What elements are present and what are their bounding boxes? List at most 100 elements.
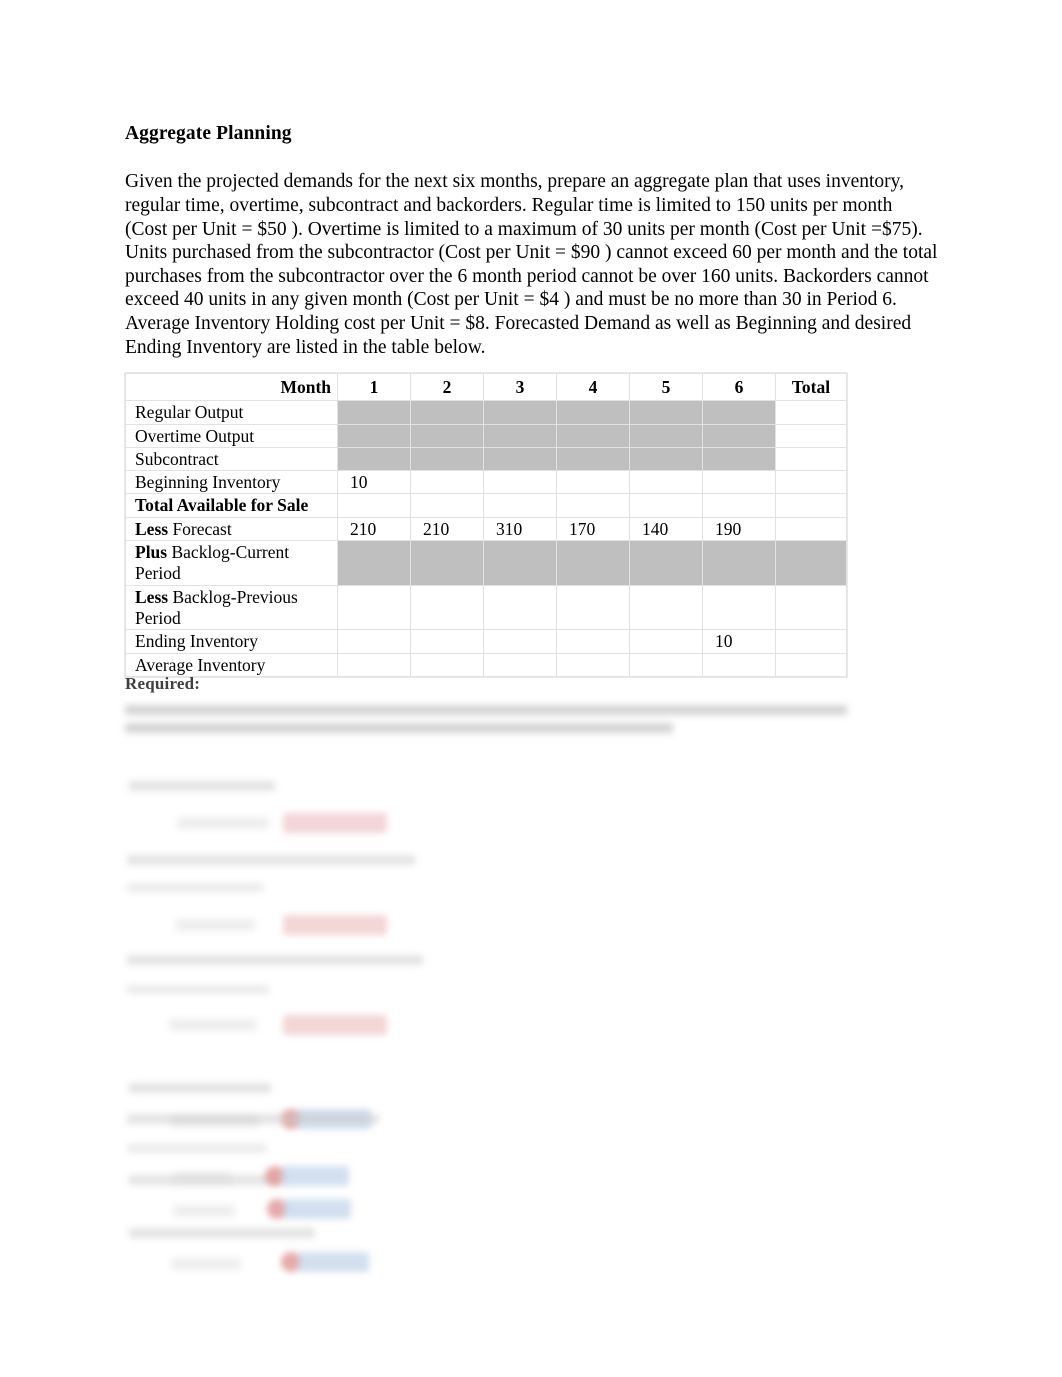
- table-cell: [629, 629, 703, 654]
- row-label-prefix: Plus: [135, 542, 168, 563]
- table-cell: 210: [337, 516, 411, 542]
- redacted-answer-blank: [177, 817, 269, 829]
- table-cell: [483, 470, 557, 495]
- table-cell: [483, 629, 557, 654]
- table-cell: [483, 446, 557, 472]
- table-row: Overtime Output: [125, 423, 847, 448]
- table-cell: [702, 584, 776, 631]
- table-cell: [556, 446, 630, 472]
- table-cell: [483, 493, 557, 518]
- table-cell: 310: [483, 516, 557, 542]
- table-cell: [410, 493, 484, 518]
- redacted-text-line: [125, 723, 673, 733]
- table-cell: [410, 652, 484, 677]
- table-cell: [629, 400, 703, 425]
- table-row: Less Backlog-Previous Period: [125, 584, 847, 631]
- row-label: Beginning Inventory: [125, 470, 338, 495]
- column-header-month-1: 1: [337, 372, 411, 402]
- table-body: Regular Output Overtime Output Subcontract…: [125, 400, 847, 677]
- table-cell: [410, 446, 484, 472]
- required-section-label: Required:: [125, 674, 201, 693]
- table-cell-total: [775, 446, 847, 472]
- table-cell: [410, 629, 484, 654]
- table-cell: [337, 400, 411, 425]
- table-cell: 140: [629, 516, 703, 542]
- table-cell: [483, 400, 557, 425]
- document-body: Aggregate Planning Given the projected d…: [125, 122, 940, 359]
- table-cell: [556, 652, 630, 677]
- table-cell-total: [775, 540, 847, 586]
- table-cell-total: [775, 652, 847, 677]
- redacted-answer-highlight: [281, 1166, 349, 1186]
- redacted-answer-blank: [173, 1172, 231, 1184]
- aggregate-planning-table: Month 1 2 3 4 5 6 Total Regular Output Ov…: [125, 372, 847, 677]
- redacted-text-line: [129, 1228, 315, 1238]
- table-cell: [483, 540, 557, 586]
- row-label: Total Available for Sale: [125, 493, 338, 518]
- table-corner-month-label: Month: [125, 372, 338, 402]
- redacted-text-line: [129, 1083, 271, 1093]
- table-cell-total: [775, 470, 847, 495]
- row-label: Regular Output: [125, 400, 338, 425]
- redacted-text-line: [125, 705, 847, 715]
- table-cell: [410, 400, 484, 425]
- table-cell: 10: [337, 470, 411, 495]
- table-cell: [337, 446, 411, 472]
- table-cell: [702, 423, 776, 448]
- table-cell: [702, 493, 776, 518]
- table-cell: [629, 446, 703, 472]
- redacted-answer-blank: [169, 1019, 257, 1031]
- table-cell: [337, 493, 411, 518]
- table-cell: [556, 584, 630, 631]
- table-cell: [337, 540, 411, 586]
- table-cell: [410, 540, 484, 586]
- table-cell: 170: [556, 516, 630, 542]
- table-cell: [702, 446, 776, 472]
- table-cell: [629, 470, 703, 495]
- table-row: Ending Inventory 10: [125, 629, 847, 654]
- table-cell-total: [775, 423, 847, 448]
- table-cell: [629, 493, 703, 518]
- row-label: Plus Backlog-Current Period: [125, 540, 338, 586]
- aggregate-planning-table-wrapper: Month 1 2 3 4 5 6 Total Regular Output Ov…: [125, 372, 847, 677]
- redacted-answer-highlight: [283, 813, 387, 833]
- table-cell: [556, 400, 630, 425]
- table-cell: [702, 540, 776, 586]
- redacted-text-line: [127, 1144, 267, 1153]
- table-row: Beginning Inventory 10: [125, 470, 847, 495]
- row-label: Overtime Output: [125, 423, 338, 448]
- redacted-answer-blank: [171, 1258, 241, 1270]
- table-cell: [337, 629, 411, 654]
- intro-paragraph: Given the projected demands for the next…: [125, 171, 938, 358]
- table-header-row: Month 1 2 3 4 5 6 Total: [125, 372, 847, 402]
- table-cell: [629, 652, 703, 677]
- redacted-text-line: [129, 781, 275, 791]
- redacted-answer-highlight: [283, 915, 387, 935]
- table-header: Month 1 2 3 4 5 6 Total: [125, 372, 847, 402]
- table-cell: 10: [702, 629, 776, 654]
- table-cell-total: [775, 400, 847, 425]
- row-label: Ending Inventory: [125, 629, 338, 654]
- table-cell: [556, 629, 630, 654]
- table-cell: [483, 423, 557, 448]
- table-row: Plus Backlog-Current Period: [125, 540, 847, 586]
- table-cell: 190: [702, 516, 776, 542]
- table-row: Average Inventory: [125, 652, 847, 677]
- table-cell: [483, 652, 557, 677]
- redacted-answer-region-lower: [125, 1100, 925, 1272]
- table-cell: [410, 584, 484, 631]
- table-cell: [410, 470, 484, 495]
- table-cell-total: [775, 493, 847, 518]
- redacted-text-line: [127, 985, 269, 994]
- table-cell: [702, 400, 776, 425]
- table-cell: [483, 584, 557, 631]
- table-cell-total: [775, 516, 847, 542]
- table-row: Less Forecast 210 210 310 170 140 190: [125, 516, 847, 542]
- redacted-answer-highlight: [297, 1252, 369, 1272]
- redacted-text-line: [127, 1114, 379, 1124]
- table-cell: [556, 540, 630, 586]
- table-row: Regular Output: [125, 400, 847, 425]
- column-header-total: Total: [775, 372, 847, 402]
- table-cell: [410, 423, 484, 448]
- redacted-answer-blank: [175, 919, 255, 931]
